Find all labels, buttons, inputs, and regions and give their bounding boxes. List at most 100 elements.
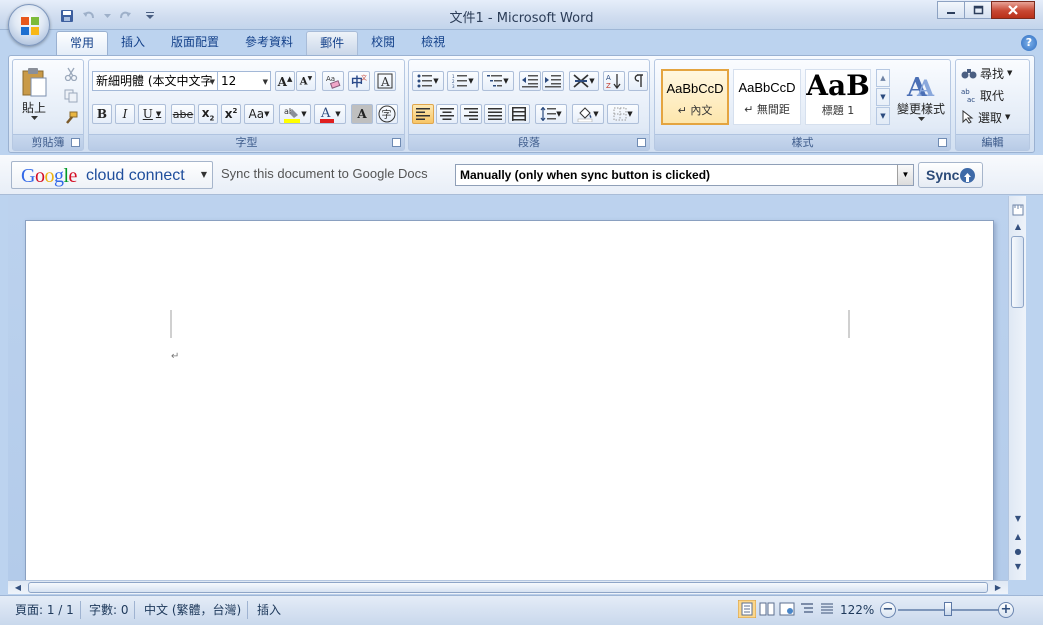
page-count[interactable]: 頁面: 1 / 1 — [15, 600, 74, 620]
show-paragraph-marks-button[interactable] — [628, 71, 648, 91]
subscript-button[interactable]: x2 — [198, 104, 218, 124]
align-right-icon — [464, 108, 478, 120]
tab-review[interactable]: 校閱 — [358, 31, 408, 55]
styles-scroll-up[interactable]: ▲ — [876, 69, 890, 87]
outline-view-icon[interactable] — [798, 600, 816, 618]
styles-scroll-down[interactable]: ▼ — [876, 88, 890, 106]
clipboard-launcher[interactable] — [71, 138, 80, 147]
style-tile-normal[interactable]: AaBbCcD ↵ 內文 — [661, 69, 729, 125]
sort-button[interactable]: AZ — [603, 71, 625, 91]
style-tile-no-spacing[interactable]: AaBbCcD ↵ 無間距 — [733, 69, 801, 125]
format-painter-button[interactable] — [61, 108, 81, 128]
styles-more[interactable]: ▼ — [876, 107, 890, 125]
shrink-font-button[interactable]: A▼ — [296, 71, 316, 91]
find-button[interactable]: 尋找 ▼ — [960, 63, 1026, 83]
scroll-up-button[interactable]: ▲ — [1010, 218, 1026, 234]
bullets-button[interactable]: ▼ — [412, 71, 444, 91]
asian-layout-button[interactable]: ▼ — [569, 71, 599, 91]
increase-indent-icon — [545, 75, 561, 88]
clear-formatting-button[interactable]: Aa — [322, 71, 344, 91]
word-count[interactable]: 字數: 0 — [89, 600, 129, 620]
underline-button[interactable]: U ▼ — [138, 104, 166, 124]
horizontal-scroll-thumb[interactable] — [28, 582, 988, 593]
sync-mode-select[interactable]: Manually (only when sync button is click… — [455, 164, 914, 186]
close-button[interactable] — [991, 1, 1035, 19]
scroll-left-button[interactable]: ◀ — [10, 579, 26, 595]
font-launcher[interactable] — [392, 138, 401, 147]
office-button[interactable] — [8, 4, 50, 46]
align-center-button[interactable] — [436, 104, 458, 124]
justify-button[interactable] — [484, 104, 506, 124]
find-label: 尋找 — [980, 66, 1005, 81]
tab-references[interactable]: 參考資料 — [232, 31, 306, 55]
copy-button[interactable] — [61, 86, 81, 106]
change-styles-button[interactable]: AA 變更樣式 — [894, 64, 948, 126]
bold-button[interactable]: B — [92, 104, 112, 124]
print-layout-view-icon[interactable] — [738, 600, 756, 618]
sync-button[interactable]: Sync — [918, 162, 983, 188]
replace-button[interactable]: ab ac 取代 — [960, 85, 1026, 105]
insert-mode-indicator[interactable]: 插入 — [257, 600, 281, 620]
web-layout-view-icon[interactable] — [778, 600, 796, 618]
character-border-button[interactable]: A — [374, 71, 396, 91]
full-screen-reading-view-icon[interactable] — [758, 600, 776, 618]
tab-mailings[interactable]: 郵件 — [306, 31, 359, 55]
distributed-button[interactable] — [508, 104, 530, 124]
vertical-scroll-thumb[interactable] — [1011, 236, 1024, 308]
character-shading-button[interactable]: A — [351, 104, 373, 124]
line-spacing-button[interactable]: ▼ — [535, 104, 567, 124]
font-name-combo[interactable]: 新細明體 (本文中文字 ▼ — [92, 71, 218, 91]
paragraph-launcher[interactable] — [637, 138, 646, 147]
restore-button[interactable] — [964, 1, 992, 19]
zoom-slider-thumb[interactable] — [944, 602, 952, 616]
style-tile-heading-1[interactable]: AaB 標題 1 — [805, 69, 871, 125]
shading-button[interactable]: ▼ — [572, 104, 604, 124]
previous-page-button[interactable]: ▲ — [1010, 528, 1026, 544]
font-color-button[interactable]: A ▼ — [314, 104, 346, 124]
borders-button[interactable]: ▼ — [607, 104, 639, 124]
tab-view[interactable]: 檢視 — [408, 31, 458, 55]
zoom-in-button[interactable]: + — [998, 602, 1014, 618]
superscript-button[interactable]: x2 — [221, 104, 241, 124]
document-page[interactable]: ↵ — [25, 220, 994, 590]
plus-icon: + — [1000, 602, 1012, 617]
numbering-button[interactable]: 123 ▼ — [447, 71, 479, 91]
browse-object-button[interactable]: ● — [1010, 543, 1026, 559]
paste-button[interactable]: 貼上 — [17, 63, 51, 123]
select-button[interactable]: 選取 ▼ — [960, 107, 1026, 127]
change-case-button[interactable]: Aa ▼ — [244, 104, 274, 124]
zoom-level[interactable]: 122% — [840, 600, 874, 620]
increase-indent-button[interactable] — [542, 71, 564, 91]
horizontal-scrollbar[interactable]: ◀ ▶ — [8, 580, 1008, 594]
tab-page-layout[interactable]: 版面配置 — [158, 31, 232, 55]
language-indicator[interactable]: 中文 (繁體，台灣) — [144, 600, 241, 620]
scroll-down-button[interactable]: ▼ — [1010, 510, 1026, 526]
tab-insert[interactable]: 插入 — [108, 31, 158, 55]
multilevel-list-button[interactable]: ▼ — [482, 71, 514, 91]
phonetic-guide-button[interactable]: 中文 — [348, 71, 370, 91]
style-name: 標題 1 — [821, 104, 855, 117]
align-left-button[interactable] — [412, 104, 434, 124]
draft-view-icon[interactable] — [818, 600, 836, 618]
tab-home[interactable]: 常用 — [56, 31, 109, 55]
styles-launcher[interactable] — [938, 138, 947, 147]
scroll-right-button[interactable]: ▶ — [990, 579, 1006, 595]
highlight-button[interactable]: ab ▼ — [279, 104, 311, 124]
google-cloud-connect-button[interactable]: Google cloud connect ▼ — [11, 161, 213, 189]
grow-font-button[interactable]: A▲ — [275, 71, 295, 91]
ribbon: 貼上 剪貼簿 新細明體 (本文中文字 ▼ 12 ▼ A▲ A▼ Aa 中文 A … — [8, 55, 1035, 153]
minimize-button[interactable] — [937, 1, 965, 19]
cut-button[interactable] — [61, 64, 81, 84]
decrease-indent-button[interactable] — [519, 71, 541, 91]
italic-button[interactable]: I — [115, 104, 135, 124]
align-right-button[interactable] — [460, 104, 482, 124]
next-page-button[interactable]: ▼ — [1010, 558, 1026, 574]
ruler-toggle-button[interactable] — [1010, 202, 1026, 218]
chevron-down-icon: ▼ — [262, 78, 268, 86]
font-size-combo[interactable]: 12 ▼ — [217, 71, 271, 91]
enclose-characters-button[interactable]: 字 — [376, 104, 398, 124]
strikethrough-button[interactable]: abe — [171, 104, 195, 124]
vertical-scrollbar[interactable]: ▲ ▼ ▲ ● ▼ — [1008, 196, 1026, 580]
help-button[interactable]: ? — [1021, 35, 1037, 51]
zoom-out-button[interactable]: − — [880, 602, 896, 618]
